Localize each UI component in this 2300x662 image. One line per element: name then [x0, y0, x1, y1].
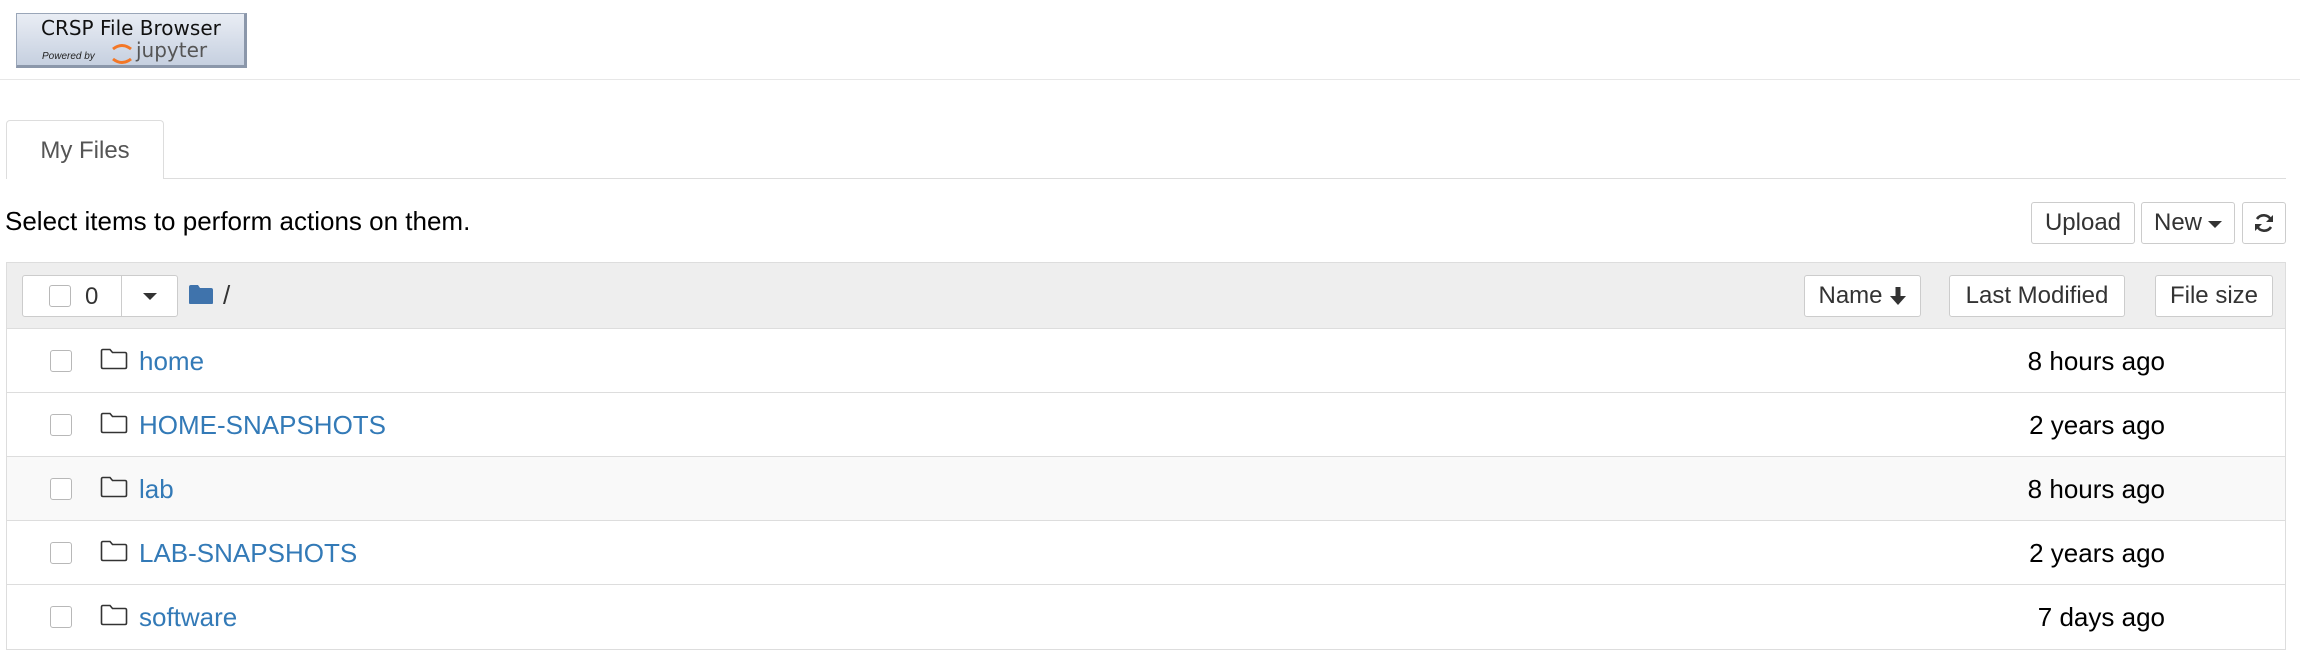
list-item[interactable]: HOME-SNAPSHOTS 2 years ago	[7, 393, 2285, 457]
folder-open-icon	[189, 285, 213, 304]
item-name-link[interactable]: HOME-SNAPSHOTS	[139, 410, 386, 441]
jupyter-logo-icon	[112, 44, 132, 64]
new-dropdown-button[interactable]: New	[2141, 202, 2235, 244]
list-item[interactable]: LAB-SNAPSHOTS 2 years ago	[7, 521, 2285, 585]
sort-modified-label: Last Modified	[1965, 282, 2109, 309]
item-modified: 2 years ago	[2029, 410, 2165, 440]
list-item[interactable]: home 8 hours ago	[7, 329, 2285, 393]
header: CRSP File Browser Powered by jupyter	[0, 0, 2300, 80]
folder-icon	[100, 476, 128, 498]
file-list: 0 / Name Last Modified File size home 8 …	[6, 262, 2286, 650]
folder-icon	[100, 348, 128, 370]
selected-count: 0	[85, 283, 99, 310]
item-modified: 7 days ago	[2037, 602, 2165, 632]
select-dropdown-button[interactable]	[122, 276, 178, 316]
folder-icon	[100, 540, 128, 562]
breadcrumb-root[interactable]: /	[223, 280, 230, 311]
item-modified: 8 hours ago	[2027, 474, 2165, 504]
sort-size-label: File size	[2169, 282, 2259, 309]
item-checkbox[interactable]	[50, 350, 72, 372]
logo-jupyter-text: jupyter	[136, 38, 208, 62]
item-name-link[interactable]: lab	[139, 474, 174, 505]
item-checkbox[interactable]	[50, 606, 72, 628]
upload-button[interactable]: Upload	[2031, 202, 2135, 244]
refresh-icon	[2255, 214, 2273, 232]
select-all-checkbox[interactable]	[49, 285, 71, 307]
caret-down-icon	[143, 292, 157, 300]
tabs-divider	[6, 178, 2286, 179]
refresh-button[interactable]	[2242, 202, 2286, 244]
logo-powered-by: Powered by	[42, 51, 95, 62]
item-name-link[interactable]: home	[139, 346, 204, 377]
list-item[interactable]: software 7 days ago	[7, 585, 2285, 649]
sort-name-label: Name	[1818, 282, 1883, 309]
item-name-link[interactable]: software	[139, 602, 237, 633]
new-button-label: New	[2153, 209, 2202, 236]
item-modified: 8 hours ago	[2027, 346, 2165, 376]
sort-by-name-button[interactable]: Name	[1804, 275, 1921, 317]
app-logo[interactable]: CRSP File Browser Powered by jupyter	[16, 13, 247, 68]
folder-icon	[100, 604, 128, 626]
list-item[interactable]: lab 8 hours ago	[7, 457, 2285, 521]
tab-label: My Files	[40, 137, 130, 164]
upload-button-label: Upload	[2044, 209, 2122, 236]
item-checkbox[interactable]	[50, 414, 72, 436]
item-checkbox[interactable]	[50, 542, 72, 564]
logo-title: CRSP File Browser	[41, 16, 221, 40]
sort-by-modified-button[interactable]: Last Modified	[1949, 275, 2125, 317]
tab-my-files[interactable]: My Files	[6, 120, 164, 179]
arrow-down-icon	[1889, 287, 1906, 305]
sort-by-size-button[interactable]: File size	[2155, 275, 2273, 317]
instructions-text: Select items to perform actions on them.	[5, 206, 471, 236]
item-name-link[interactable]: LAB-SNAPSHOTS	[139, 538, 357, 569]
file-list-header: 0 / Name Last Modified File size	[7, 263, 2285, 329]
select-all-control: 0	[22, 275, 178, 317]
item-checkbox[interactable]	[50, 478, 72, 500]
caret-down-icon	[2208, 221, 2222, 228]
folder-icon	[100, 412, 128, 434]
item-modified: 2 years ago	[2029, 538, 2165, 568]
